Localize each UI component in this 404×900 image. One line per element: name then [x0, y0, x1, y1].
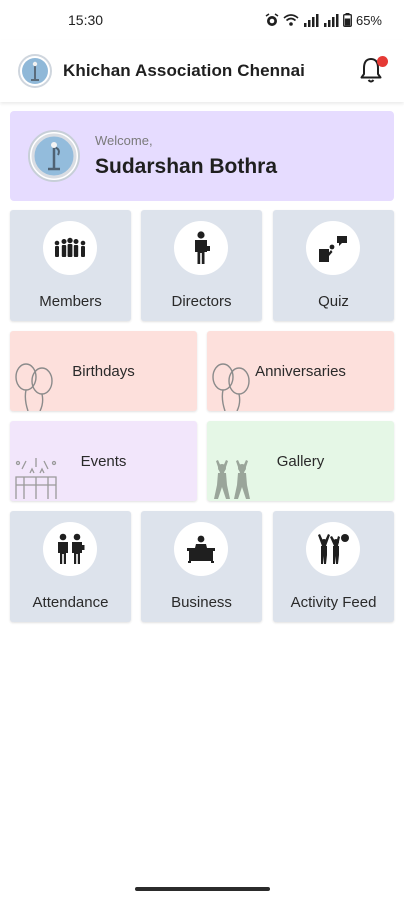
- association-logo-large: [28, 130, 80, 182]
- system-icons: 65%: [265, 13, 382, 28]
- signal-icon-2: [323, 13, 339, 27]
- gallery-label: Gallery: [276, 453, 325, 470]
- events-label: Events: [80, 453, 127, 470]
- birthdays-tile[interactable]: Birthdays: [10, 331, 197, 411]
- activity-feed-tile[interactable]: Activity Feed: [273, 511, 394, 622]
- user-name: Sudarshan Bothra: [95, 155, 278, 178]
- attendance-label: Attendance: [32, 594, 109, 611]
- birthdays-label: Birthdays: [72, 363, 135, 380]
- directors-tile[interactable]: Directors: [141, 210, 262, 321]
- signal-icon: [303, 13, 319, 27]
- notification-badge: [377, 56, 388, 67]
- welcome-card: Welcome, Sudarshan Bothra: [10, 111, 394, 201]
- wifi-icon: [283, 14, 299, 26]
- person-icon: [195, 231, 210, 264]
- quiz-icon: [319, 236, 347, 262]
- app-title: Khichan Association Chennai: [63, 61, 305, 80]
- attendance-tile[interactable]: Attendance: [10, 511, 131, 622]
- business-label: Business: [171, 594, 232, 611]
- two-people-icon: [58, 533, 85, 564]
- battery-percent: 65%: [355, 12, 382, 28]
- anniversaries-tile[interactable]: Anniversaries: [207, 331, 394, 411]
- events-tile[interactable]: Events: [10, 421, 197, 501]
- app-bar: Khichan Association Chennai: [0, 40, 404, 102]
- battery-icon: [343, 13, 352, 27]
- gallery-tile[interactable]: Gallery: [207, 421, 394, 501]
- welcome-label: Welcome,: [95, 133, 153, 148]
- status-bar: 15:30 65%: [0, 0, 404, 40]
- association-logo: [18, 54, 52, 88]
- group-icon: [54, 237, 86, 257]
- desk-person-icon: [187, 535, 215, 563]
- cheering-group-icon: [318, 534, 349, 564]
- directors-label: Directors: [171, 293, 232, 310]
- status-time: 15:30: [68, 12, 104, 28]
- business-tile[interactable]: Business: [141, 511, 262, 622]
- quiz-tile[interactable]: Quiz: [273, 210, 394, 321]
- members-tile[interactable]: Members: [10, 210, 131, 321]
- home-indicator[interactable]: [135, 887, 270, 891]
- activity-feed-label: Activity Feed: [290, 594, 377, 611]
- members-label: Members: [39, 293, 102, 310]
- notification-button[interactable]: [358, 56, 388, 86]
- anniversaries-label: Anniversaries: [255, 363, 346, 380]
- quiz-label: Quiz: [318, 293, 349, 310]
- alarm-icon: [265, 13, 279, 26]
